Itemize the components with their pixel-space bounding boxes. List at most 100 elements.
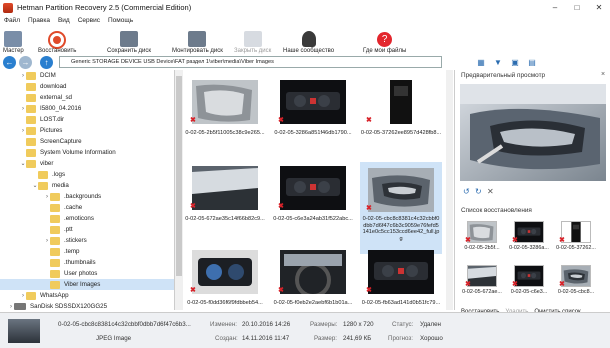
toolbar-button-1[interactable]: Восстановить	[38, 26, 76, 54]
file-tile[interactable]: ✖ 0-02-05-37262ee8957d428fb8...	[360, 76, 442, 154]
file-thumbnail	[280, 166, 346, 210]
file-tile[interactable]: ✖ 0-02-05-cbc8c8381c4c32cbbf0dbb7d6f47c6b…	[360, 162, 442, 254]
toolbar-button-5[interactable]: Наше сообщество	[283, 26, 334, 54]
tree-item[interactable]: .temp	[0, 246, 174, 257]
tree-item[interactable]: › DCIM	[0, 70, 174, 81]
toolbar-label: Где мои файлы	[363, 48, 407, 54]
tree-item[interactable]: › .stickers	[0, 235, 174, 246]
tree-item[interactable]: User photos	[0, 268, 174, 279]
toolbar-label: Мастер	[3, 48, 24, 54]
maximize-icon[interactable]: □	[566, 0, 588, 15]
folder-icon	[50, 258, 60, 267]
toolbar-button-6[interactable]: ? Где мои файлы	[363, 26, 406, 54]
tree-item[interactable]: ⌄ viber	[0, 158, 174, 169]
minimize-icon[interactable]: –	[544, 0, 566, 15]
menu-edit[interactable]: Правка	[28, 17, 50, 24]
menu-view[interactable]: Вид	[58, 17, 70, 24]
file-thumbnail	[192, 80, 258, 124]
toolbar-button-0[interactable]: Мастер	[3, 26, 24, 54]
up-icon[interactable]: ↑	[40, 55, 53, 69]
tree-item[interactable]: .ptt	[0, 224, 174, 235]
menu-service[interactable]: Сервис	[78, 17, 100, 24]
tree-item[interactable]: .thumbnails	[0, 257, 174, 268]
file-tile[interactable]: ✖ 0-02-05-f0eb2e2aebf6b1b01a...	[272, 246, 354, 310]
recovery-list-title: Список восстановления	[461, 207, 532, 214]
tree-item-label: viber	[40, 160, 54, 167]
tree-item[interactable]: LOST.dir	[0, 114, 174, 125]
rotate-right-icon[interactable]: ↻	[475, 187, 482, 196]
tree-scrollbar[interactable]	[175, 70, 183, 310]
recovery-item-name: 0-02-05-37262...	[556, 245, 596, 251]
file-tile[interactable]: ✖ 0-02-05-fb63ad141d0b51fc79...	[360, 246, 442, 310]
file-tile[interactable]: ✖ 0-02-05-2b5f11005c38c9e265...	[184, 76, 266, 154]
recovery-list-item[interactable]: ✖ 0-02-05-37262...	[555, 221, 597, 253]
recovery-list-item[interactable]: ✖ 0-02-05-3286a...	[508, 221, 550, 253]
tree-item[interactable]: ScreenCapture	[0, 136, 174, 147]
tree-item[interactable]: ⌄ media	[0, 180, 174, 191]
file-tile[interactable]: ✖ 0-02-05-672ae35c14f66b82c9...	[184, 162, 266, 240]
recovery-list-item[interactable]: ✖ 0-02-05-2b5f...	[461, 221, 503, 253]
toolbar-label: Сохранить диск	[107, 48, 151, 54]
tree-item[interactable]: › WhatsApp	[0, 290, 174, 301]
delete-icon[interactable]: ✕	[487, 187, 494, 196]
file-name: 0-02-05-fb63ad141d0b51fc79...	[361, 300, 441, 306]
file-tile[interactable]: ✖ 0-02-05-c6e3a24ab31f522abc...	[272, 162, 354, 240]
tree-item[interactable]: › SanDisk SDSSDX120GG25	[0, 301, 174, 310]
filter-icon[interactable]: ▼	[492, 56, 504, 68]
tree-item[interactable]: Viber Images	[0, 279, 174, 290]
close-icon[interactable]: ✕	[588, 0, 610, 15]
title-bar: Hetman Partition Recovery 2.5 (Commercia…	[0, 0, 610, 15]
folder-icon	[26, 126, 36, 135]
size-value: 241,69 КБ	[343, 335, 372, 342]
toolbar-button-2[interactable]: Сохранить диск	[107, 26, 151, 54]
view-mode-icon[interactable]: ▦	[475, 56, 487, 68]
right-pane: Предварительный просмотр × ↺ ↻ ✕ Список …	[454, 70, 610, 315]
recovery-thumbnail	[467, 265, 497, 287]
deleted-mark-icon: ✖	[366, 287, 372, 294]
tree-item[interactable]: System Volume Information	[0, 147, 174, 158]
rotate-left-icon[interactable]: ↺	[463, 187, 470, 196]
file-thumbnail	[368, 250, 434, 294]
recovery-list-item[interactable]: ✖ 0-02-05-cbc8...	[555, 265, 597, 297]
file-tile[interactable]: ✖ 0-02-05-3286a851f46db1790...	[272, 76, 354, 154]
toolbar-label: Закрыть диск	[234, 48, 272, 54]
menu-file[interactable]: Файл	[4, 17, 20, 24]
drive-icon	[14, 303, 26, 310]
file-name: 0-02-05-f0dd36f6f9fdbbeb54...	[187, 300, 263, 306]
menu-help[interactable]: Помощь	[108, 17, 133, 24]
recovery-list-item[interactable]: ✖ 0-02-05-672ae...	[461, 265, 503, 297]
recovery-list-item[interactable]: ✖ 0-02-05-c6e3...	[508, 265, 550, 297]
deleted-mark-icon: ✖	[465, 237, 471, 244]
tree-item[interactable]: › I5800_04.2016	[0, 103, 174, 114]
folder-icon	[38, 170, 48, 179]
tree-item[interactable]: .emoticons	[0, 213, 174, 224]
tree-item[interactable]: › Pictures	[0, 125, 174, 136]
grid-scrollbar[interactable]	[446, 70, 453, 310]
recovery-thumbnail	[561, 221, 591, 243]
path-input[interactable]: Generic STORAGE DEVICE USB Device\FAT ра…	[59, 56, 442, 68]
tree-item-label: SanDisk SDSSDX120GG25	[30, 303, 108, 310]
back-icon[interactable]: ←	[3, 55, 16, 69]
close-icon[interactable]: ×	[601, 71, 605, 78]
help-icon: ?	[377, 32, 393, 47]
folder-icon	[26, 291, 36, 300]
file-name: 0-02-05-cbc8c8381c4c32cbbf0dbb7d6f47c6b3…	[362, 216, 440, 242]
tree-item-label: external_sd	[40, 94, 72, 101]
save-icon[interactable]: ▣	[509, 56, 521, 68]
tree-item[interactable]: .logs	[0, 169, 174, 180]
toolbar-button-4[interactable]: Закрыть диск	[234, 26, 271, 54]
file-name: 0-02-05-672ae35c14f66b82c9...	[185, 216, 265, 222]
tree-item[interactable]: download	[0, 81, 174, 92]
tree-item[interactable]: .cache	[0, 202, 174, 213]
forward-icon[interactable]: →	[19, 55, 32, 69]
tree-item[interactable]: external_sd	[0, 92, 174, 103]
tree-item[interactable]: › .backgrounds	[0, 191, 174, 202]
mount-disk-icon	[188, 31, 207, 47]
file-name: 0-02-05-2b5f11005c38c9e265...	[185, 130, 265, 136]
toolbar-button-3[interactable]: Монтировать диск	[172, 26, 223, 54]
panel-icon[interactable]: ▤	[526, 56, 538, 68]
file-thumbnail	[192, 166, 258, 210]
folder-icon	[50, 214, 60, 223]
file-tile[interactable]: ✖ 0-02-05-f0dd36f6f9fdbbeb54...	[184, 246, 266, 310]
file-name: 0-02-05-37262ee8957d428fb8...	[360, 130, 442, 136]
